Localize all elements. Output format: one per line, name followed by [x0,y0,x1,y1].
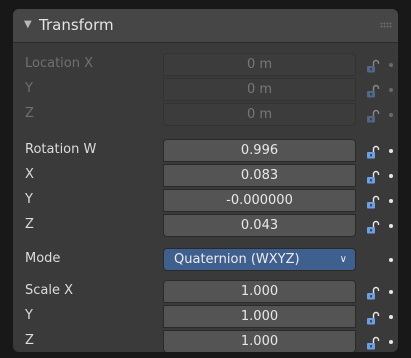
disclosure-triangle-icon[interactable]: ▼ [24,17,32,33]
scale-x-label: Scale X [25,283,74,298]
lock-open-icon[interactable] [366,59,380,73]
keyframe-dot-icon[interactable] [389,199,393,203]
lock-open-icon[interactable] [366,145,380,159]
lock-open-icon[interactable] [366,220,380,234]
keyframe-dot-icon[interactable] [389,174,393,178]
rotation-z-label: Z [25,217,34,232]
transform-panel: ▼ Transform Location X 0 m Y 0 m Z 0 m R… [13,9,398,352]
keyframe-dot-icon[interactable] [389,224,393,228]
rotation-w-row: Rotation W 0.996 [13,138,398,163]
rotation-w-label: Rotation W [25,142,97,157]
rotation-y-field[interactable]: -0.000000 [163,189,356,212]
rotation-x-field[interactable]: 0.083 [163,164,356,187]
rotation-w-field[interactable]: 0.996 [163,139,356,162]
location-x-label: Location X [25,56,94,71]
panel-title: Transform [39,16,114,34]
keyframe-dot-icon[interactable] [389,290,393,294]
location-y-field[interactable]: 0 m [163,78,356,101]
location-z-label: Z [25,106,34,121]
location-y-label: Y [25,81,33,96]
lock-open-icon[interactable] [366,170,380,184]
scale-z-field[interactable]: 1.000 [163,330,356,352]
scale-y-row: Y 1.000 [13,304,398,329]
rotation-x-label: X [25,167,34,182]
keyframe-dot-icon[interactable] [389,315,393,319]
lock-open-icon[interactable] [366,286,380,300]
keyframe-dot-icon[interactable] [389,258,393,262]
lock-open-icon[interactable] [366,311,380,325]
location-x-field[interactable]: 0 m [163,53,356,76]
keyframe-dot-icon[interactable] [389,63,393,67]
location-z-field[interactable]: 0 m [163,103,356,126]
lock-open-icon[interactable] [366,109,380,123]
mode-row: Mode Quaternion (WXYZ) ∨ [13,247,398,272]
rotation-y-row: Y -0.000000 [13,188,398,213]
scale-z-row: Z 1.000 [13,329,398,352]
scale-x-field[interactable]: 1.000 [163,280,356,303]
chevron-down-icon: ∨ [339,254,347,265]
drag-grip-icon[interactable] [380,22,392,28]
scale-x-row: Scale X 1.000 [13,279,398,304]
location-y-row: Y 0 m [13,77,398,102]
panel-header[interactable]: ▼ Transform [13,9,398,43]
rotation-mode-dropdown[interactable]: Quaternion (WXYZ) ∨ [163,248,356,271]
scale-z-label: Z [25,333,34,348]
rotation-z-field[interactable]: 0.043 [163,214,356,237]
lock-open-icon[interactable] [366,84,380,98]
lock-open-icon[interactable] [366,336,380,350]
rotation-mode-value: Quaternion (WXYZ) [174,252,300,267]
keyframe-dot-icon[interactable] [389,149,393,153]
rotation-z-row: Z 0.043 [13,213,398,238]
lock-open-icon[interactable] [366,195,380,209]
keyframe-dot-icon[interactable] [389,113,393,117]
rotation-y-label: Y [25,192,33,207]
keyframe-dot-icon[interactable] [389,88,393,92]
location-z-row: Z 0 m [13,102,398,127]
keyframe-dot-icon[interactable] [389,340,393,344]
scale-y-field[interactable]: 1.000 [163,305,356,328]
rotation-x-row: X 0.083 [13,163,398,188]
mode-label: Mode [25,251,61,266]
scale-y-label: Y [25,308,33,323]
location-x-row: Location X 0 m [13,52,398,77]
